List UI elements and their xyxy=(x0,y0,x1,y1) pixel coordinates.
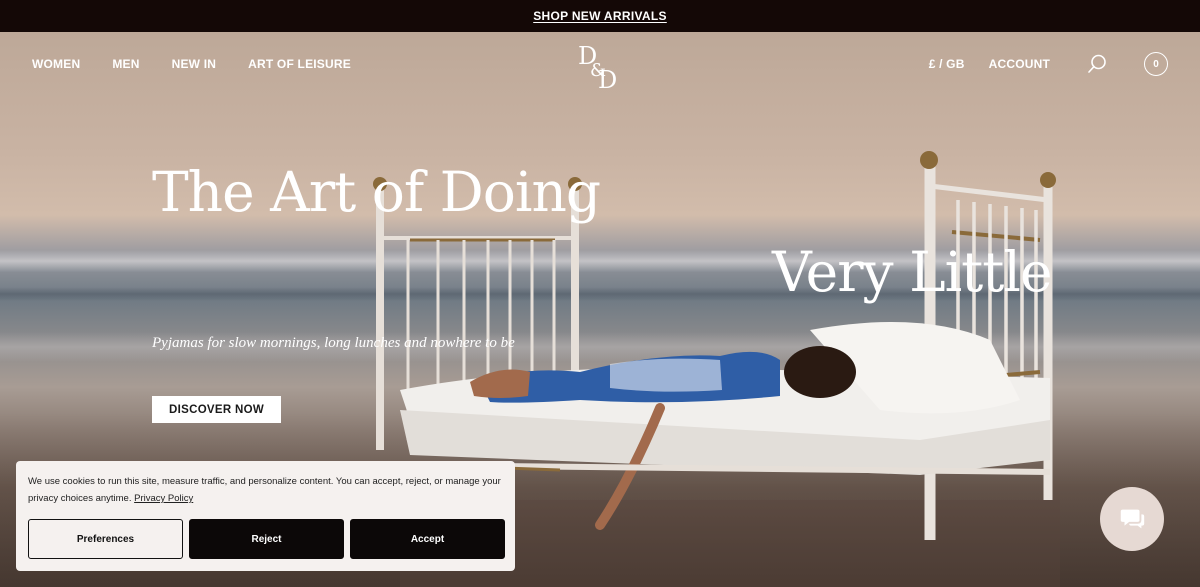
hero-headline-line-1: The Art of Doing xyxy=(152,160,601,224)
account-link[interactable]: ACCOUNT xyxy=(989,57,1050,71)
reject-button[interactable]: Reject xyxy=(189,519,344,559)
brand-logo[interactable]: D & D xyxy=(572,36,628,92)
cart-count: 0 xyxy=(1153,58,1159,70)
main-nav: WOMEN MEN NEW IN ART OF LEISURE D & D £ … xyxy=(0,32,1200,96)
nav-item-women[interactable]: WOMEN xyxy=(32,57,80,71)
nav-item-new-in[interactable]: NEW IN xyxy=(172,57,217,71)
promo-bar: SHOP NEW ARRIVALS xyxy=(0,0,1200,32)
hero-headline-line-2: Very Little xyxy=(772,240,1053,304)
privacy-policy-link[interactable]: Privacy Policy xyxy=(134,493,193,504)
currency-selector[interactable]: £ / GB xyxy=(929,57,965,71)
accept-button[interactable]: Accept xyxy=(350,519,505,559)
chat-button[interactable] xyxy=(1100,487,1164,551)
cookie-banner: We use cookies to run this site, measure… xyxy=(16,461,515,571)
cart-button[interactable]: 0 xyxy=(1144,52,1168,76)
chat-icon xyxy=(1120,509,1145,529)
svg-text:D: D xyxy=(598,66,617,92)
preferences-button[interactable]: Preferences xyxy=(28,519,183,559)
cookie-message: We use cookies to run this site, measure… xyxy=(28,473,508,507)
shop-new-arrivals-link[interactable]: SHOP NEW ARRIVALS xyxy=(533,9,667,23)
nav-item-men[interactable]: MEN xyxy=(112,57,139,71)
search-icon[interactable] xyxy=(1086,53,1108,75)
nav-item-art-of-leisure[interactable]: ART OF LEISURE xyxy=(248,57,351,71)
discover-now-button[interactable]: DISCOVER NOW xyxy=(152,396,281,423)
cookie-text: We use cookies to run this site, measure… xyxy=(28,476,501,504)
hero-subheading: Pyjamas for slow mornings, long lunches … xyxy=(152,335,515,351)
